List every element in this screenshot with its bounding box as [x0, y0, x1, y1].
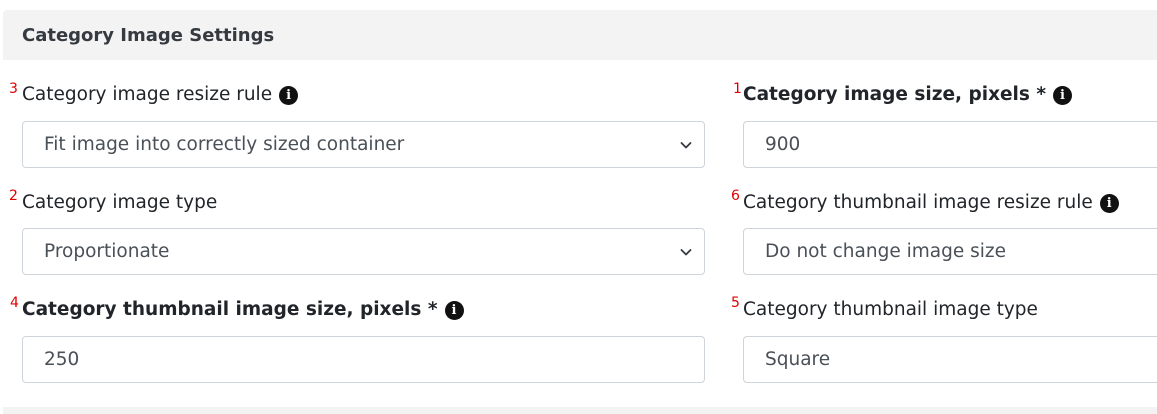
thumb-size-label-text: Category thumbnail image size, pixels * [22, 299, 438, 320]
field-number-marker: 3 [9, 81, 18, 97]
image-size-input[interactable]: 900 [743, 121, 1157, 168]
thumb-type-select-value: Square [765, 349, 831, 370]
field-number-marker: 6 [731, 188, 740, 204]
image-type-select-value: Proportionate [44, 241, 170, 262]
thumb-type-select[interactable]: Square [743, 336, 1157, 383]
image-size-label-text: Category image size, pixels * [743, 84, 1047, 105]
image-size-input-value: 900 [765, 134, 801, 155]
thumb-size-input[interactable]: 250 [22, 336, 705, 383]
image-type-label-text: Category image type [22, 192, 218, 213]
image-size-label: Category image size, pixels * i [743, 84, 1073, 106]
section-title: Category Image Settings [22, 24, 275, 46]
info-icon[interactable]: i [1099, 193, 1119, 213]
section-header: Category Image Settings [3, 10, 1157, 60]
image-type-select[interactable]: Proportionate [22, 228, 705, 275]
thumb-size-label: Category thumbnail image size, pixels * … [22, 299, 464, 321]
thumb-type-label-text: Category thumbnail image type [743, 299, 1038, 320]
thumb-resize-rule-select-value: Do not change image size [765, 241, 1006, 262]
resize-rule-label-text: Category image resize rule [22, 84, 273, 105]
thumb-resize-rule-select[interactable]: Do not change image size [743, 228, 1157, 275]
thumb-resize-rule-label-text: Category thumbnail image resize rule [743, 192, 1093, 213]
field-number-marker: 2 [9, 188, 18, 204]
info-icon[interactable]: i [444, 300, 464, 320]
image-type-label: Category image type [22, 192, 217, 214]
field-number-marker: 5 [731, 295, 740, 311]
thumb-resize-rule-label: Category thumbnail image resize rule i [743, 192, 1119, 214]
chevron-down-icon [680, 249, 692, 256]
resize-rule-select[interactable]: Fit image into correctly sized container [22, 121, 705, 168]
next-section-header [3, 407, 1157, 414]
resize-rule-select-value: Fit image into correctly sized container [44, 134, 405, 155]
info-icon[interactable]: i [1053, 85, 1073, 105]
thumb-type-label: Category thumbnail image type [743, 299, 1038, 321]
info-icon[interactable]: i [279, 85, 299, 105]
field-number-marker: 4 [10, 295, 19, 311]
chevron-down-icon [680, 142, 692, 149]
thumb-size-input-value: 250 [44, 349, 80, 370]
resize-rule-label: Category image resize rule i [22, 84, 299, 106]
field-number-marker: 1 [733, 81, 742, 97]
